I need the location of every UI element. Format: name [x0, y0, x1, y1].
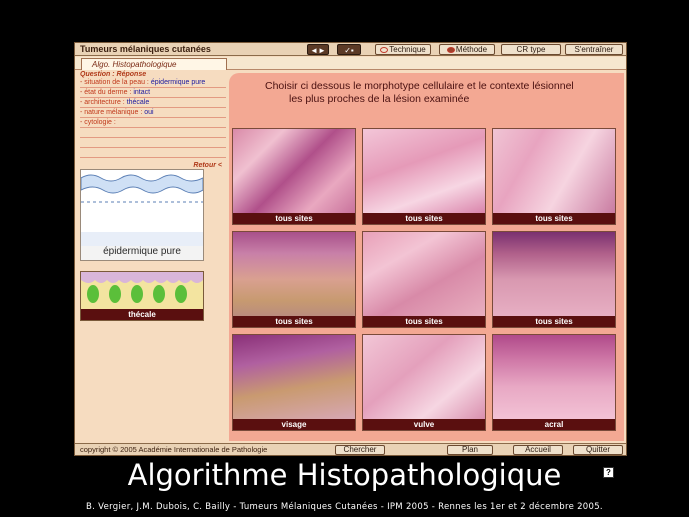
morphotype-tile[interactable]: vulve — [362, 334, 486, 431]
epidermis-illustration — [80, 174, 204, 246]
chercher-button[interactable]: Chercher — [335, 445, 385, 455]
tile-label: tous sites — [233, 316, 355, 327]
cr-type-button[interactable]: CR type — [501, 44, 561, 55]
question-row[interactable]: - situation de la peau : épidermique pur… — [80, 78, 226, 88]
slide-credit: B. Vergier, J.M. Dubois, C. Bailly - Tum… — [86, 502, 603, 512]
histology-image — [363, 129, 485, 215]
tile-label: visage — [233, 419, 355, 430]
plan-button[interactable]: Plan — [447, 445, 493, 455]
technique-button[interactable]: Technique — [375, 44, 431, 55]
morphotype-tile[interactable]: tous sites — [232, 128, 356, 225]
radio-icon — [380, 46, 389, 53]
question-row[interactable]: - nature mélanique : oui — [80, 108, 226, 118]
quitter-button[interactable]: Quitter — [573, 445, 623, 455]
tile-label: tous sites — [363, 316, 485, 327]
histology-image — [233, 232, 355, 318]
slide-title: Algorithme Histopathologique — [127, 458, 562, 492]
tile-label: tous sites — [493, 316, 615, 327]
question-row[interactable]: - état du derme : intact — [80, 88, 226, 98]
histology-image — [493, 335, 615, 421]
check-grid-icon[interactable]: ✓▪ — [337, 44, 361, 55]
histology-image — [363, 232, 485, 318]
tab-row: Algo. Histopathologique — [75, 57, 626, 70]
question-panel: Question : Réponse - situation de la pea… — [80, 71, 226, 441]
radio-selected-icon — [446, 46, 455, 53]
title-bar: Tumeurs mélaniques cutanées ◄► ✓▪ Techni… — [75, 43, 626, 56]
morphotype-tile[interactable]: acral — [492, 334, 616, 431]
epidermal-label: épidermique pure — [81, 246, 203, 260]
question-row — [80, 128, 226, 138]
tab-algo-histopathologique[interactable]: Algo. Histopathologique — [81, 58, 227, 70]
question-row[interactable]: - cytologie : — [80, 118, 226, 128]
app-title: Tumeurs mélaniques cutanées — [80, 44, 211, 54]
app-window: Tumeurs mélaniques cutanées ◄► ✓▪ Techni… — [74, 42, 627, 478]
morphotype-tile[interactable]: tous sites — [232, 231, 356, 328]
histology-image — [233, 335, 355, 421]
retour-link[interactable]: Retour < — [193, 162, 222, 169]
copyright-text: copyright © 2005 Académie Internationale… — [80, 445, 268, 454]
histology-image — [493, 232, 615, 318]
epidermal-diagram: épidermique pure — [80, 169, 204, 261]
question-row — [80, 148, 226, 158]
histology-image — [233, 129, 355, 215]
tile-label: vulve — [363, 419, 485, 430]
thecal-diagram: thécale — [80, 271, 204, 321]
methode-button[interactable]: Méthode — [439, 44, 495, 55]
tile-label: tous sites — [363, 213, 485, 224]
morphotype-tile[interactable]: tous sites — [362, 231, 486, 328]
histology-image — [493, 129, 615, 215]
accueil-button[interactable]: Accueil — [513, 445, 563, 455]
thecal-illustration — [81, 272, 203, 310]
arrows-icon[interactable]: ◄► — [307, 44, 329, 55]
question-list: - situation de la peau : épidermique pur… — [80, 78, 226, 158]
morphotype-tile[interactable]: tous sites — [362, 128, 486, 225]
tile-label: tous sites — [233, 213, 355, 224]
question-row[interactable]: - architecture : thécale — [80, 98, 226, 108]
tile-label: acral — [493, 419, 615, 430]
histology-image — [363, 335, 485, 421]
main-panel: Choisir ci dessous le morphotype cellula… — [229, 73, 624, 441]
instruction-text: Choisir ci dessous le morphotype cellula… — [265, 80, 574, 105]
footer-bar: copyright © 2005 Académie Internationale… — [75, 443, 626, 455]
tile-label: tous sites — [493, 213, 615, 224]
thecal-label: thécale — [81, 309, 203, 320]
question-header: Question : Réponse — [80, 71, 147, 78]
question-row — [80, 138, 226, 148]
morphotype-tile[interactable]: tous sites — [492, 128, 616, 225]
morphotype-tile[interactable]: tous sites — [492, 231, 616, 328]
morphotype-tile[interactable]: visage — [232, 334, 356, 431]
entrainer-button[interactable]: S'entraîner — [565, 44, 623, 55]
